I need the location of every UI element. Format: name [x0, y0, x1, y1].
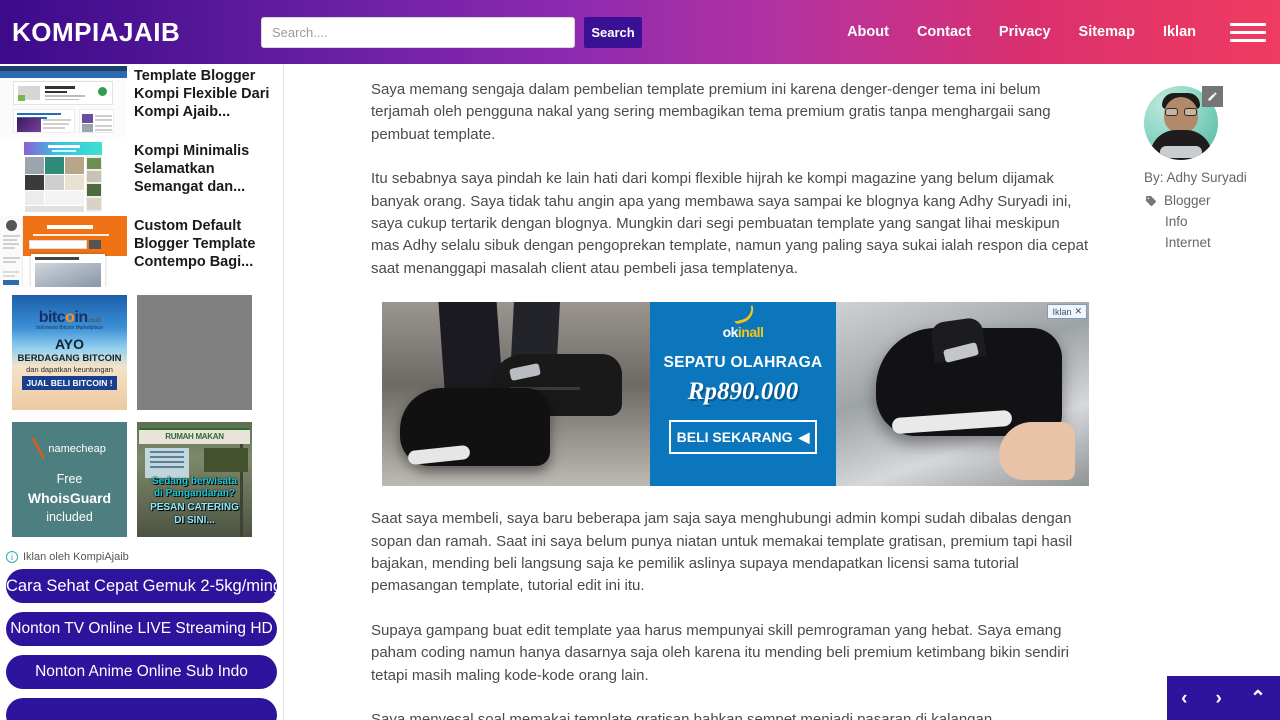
nav-item-privacy[interactable]: Privacy: [999, 24, 1051, 40]
label-internet[interactable]: Internet: [1165, 232, 1211, 253]
left-sidebar: Template Blogger Kompi Flexible Dari Kom…: [0, 64, 284, 720]
ad-placeholder[interactable]: [137, 295, 252, 410]
sponsored-link-4[interactable]: [6, 698, 277, 720]
list-item[interactable]: Kompi Minimalis Selamatkan Semangat dan.…: [0, 139, 283, 214]
label-row[interactable]: Info: [1144, 211, 1280, 232]
sponsored-label: i Iklan oleh KompiAjaib: [0, 551, 283, 569]
catering-ad[interactable]: RUMAH MAKAN Sedang berwisata di Panganda…: [137, 422, 252, 537]
post-labels: Blogger Info Internet: [1144, 190, 1280, 253]
article-paragraph: Saya menyesal soal memakai template grat…: [371, 711, 993, 720]
catering-ad-line2: di Pangandaran?: [153, 488, 236, 499]
article-content: Saya memang sengaja dalam pembelian temp…: [301, 64, 1121, 720]
hamburger-icon[interactable]: [1230, 19, 1266, 45]
floating-nav: ‹ › ⌃: [1167, 676, 1280, 720]
sidebar-scroll-content: Template Blogger Kompi Flexible Dari Kom…: [0, 64, 283, 720]
article-paragraph: Saat saya membeli, saya baru beberapa ja…: [371, 510, 1073, 595]
namecheap-ad-line3: included: [46, 510, 93, 524]
search-button[interactable]: Search: [584, 17, 642, 48]
post-title[interactable]: Template Blogger Kompi Flexible Dari Kom…: [127, 64, 283, 121]
ad-brand-logo: okinall: [722, 324, 764, 341]
scroll-top-icon[interactable]: ⌃: [1250, 689, 1266, 708]
post-title[interactable]: Custom Default Blogger Template Contempo…: [127, 214, 283, 271]
ad-banner-right-image: [836, 302, 1089, 487]
close-icon: ✕: [1074, 306, 1082, 317]
cta-arrow-icon: ◀: [798, 428, 810, 445]
search-input[interactable]: [261, 17, 575, 48]
namecheap-ad-line2: WhoisGuard: [27, 490, 112, 506]
bitcoin-ad-line1: AYO: [54, 336, 85, 352]
author-avatar-wrap: [1144, 86, 1223, 160]
catering-ad-line1: Sedang berwisata: [151, 476, 238, 487]
namecheap-ad[interactable]: ╲ namecheap Free WhoisGuard included: [12, 422, 127, 537]
bitcoin-ad-line2: BERDAGANG BITCOIN: [17, 353, 122, 364]
nav-item-sitemap[interactable]: Sitemap: [1079, 24, 1135, 40]
site-header: KOMPIAJAIB Search About Contact Privacy …: [0, 0, 1280, 64]
namecheap-ad-line1: Free: [56, 472, 83, 486]
ad-cta-button[interactable]: BELI SEKARANG ◀: [669, 420, 817, 455]
right-sidebar: By: Adhy Suryadi Blogger Info Internet: [1121, 64, 1280, 720]
primary-nav: About Contact Privacy Sitemap Iklan: [847, 0, 1266, 64]
info-icon: i: [6, 551, 18, 563]
ad-banner-left-image: [382, 302, 650, 487]
sponsored-link-1[interactable]: Cara Sehat Cepat Gemuk 2-5kg/minggu: [6, 569, 277, 603]
post-thumbnail-1: [0, 66, 127, 137]
author-byline: By: Adhy Suryadi: [1144, 170, 1247, 185]
catering-ad-sign: RUMAH MAKAN: [165, 432, 224, 441]
bitcoin-ad-subtitle: Indonesia Bitcoin Marketplace: [36, 325, 103, 331]
tag-icon: [1146, 195, 1157, 206]
post-thumbnail-3: [0, 216, 127, 287]
post-thumbnail-2: [0, 141, 127, 212]
next-post-icon[interactable]: ›: [1216, 689, 1222, 708]
list-item[interactable]: Template Blogger Kompi Flexible Dari Kom…: [0, 64, 283, 139]
post-title[interactable]: Kompi Minimalis Selamatkan Semangat dan.…: [127, 139, 283, 196]
article-paragraph: Saya memang sengaja dalam pembelian temp…: [371, 81, 1051, 143]
ad-banner-center-panel: okinall SEPATU OLAHRAGA Rp890.000 BELI S…: [650, 302, 836, 487]
article-paragraph: Supaya gampang buat edit template yaa ha…: [371, 621, 1069, 684]
list-item[interactable]: Custom Default Blogger Template Contempo…: [0, 214, 283, 289]
related-posts-list: Template Blogger Kompi Flexible Dari Kom…: [0, 64, 283, 289]
label-row[interactable]: Blogger: [1144, 190, 1280, 211]
search-form: Search: [261, 17, 642, 48]
okinall-swoosh-icon: [731, 305, 757, 326]
ad-price: Rp890.000: [687, 378, 799, 406]
label-row[interactable]: Internet: [1144, 232, 1280, 253]
prev-post-icon[interactable]: ‹: [1181, 689, 1187, 708]
namecheap-logo-icon: ╲: [33, 439, 44, 458]
catering-ad-line3: PESAN CATERING: [150, 502, 239, 513]
ad-close-label: Iklan: [1052, 306, 1072, 317]
nav-item-about[interactable]: About: [847, 24, 889, 40]
ad-cta-label: BELI SEKARANG: [676, 429, 793, 446]
pencil-icon[interactable]: [1202, 86, 1223, 107]
ad-headline: SEPATU OLAHRAGA: [663, 354, 823, 372]
namecheap-ad-brand: namecheap: [48, 442, 106, 455]
catering-ad-line4: DI SINI...: [174, 515, 215, 526]
sponsored-link-3[interactable]: Nonton Anime Online Sub Indo: [6, 655, 277, 689]
label-blogger[interactable]: Blogger: [1164, 190, 1211, 211]
inline-ad-banner[interactable]: okinall SEPATU OLAHRAGA Rp890.000 BELI S…: [382, 302, 1089, 487]
sponsored-label-text: Iklan oleh KompiAjaib: [23, 551, 129, 563]
site-brand[interactable]: KOMPIAJAIB: [12, 17, 180, 48]
article-paragraph: Itu sebabnya saya pindah ke lain hati da…: [371, 170, 1089, 277]
ad-close-button[interactable]: Iklan ✕: [1047, 304, 1087, 320]
label-info[interactable]: Info: [1165, 211, 1188, 232]
bitcoin-ad-cta[interactable]: JUAL BELI BITCOIN !: [22, 376, 117, 390]
sidebar-ads-grid: bitcoin.co.id Indonesia Bitcoin Marketpl…: [0, 289, 283, 549]
nav-item-contact[interactable]: Contact: [917, 24, 971, 40]
bitcoin-ad-line3: dan dapatkan keuntungan: [26, 365, 113, 374]
bitcoin-ad[interactable]: bitcoin.co.id Indonesia Bitcoin Marketpl…: [12, 295, 127, 410]
sponsored-links-section: i Iklan oleh KompiAjaib Cara Sehat Cepat…: [0, 549, 283, 720]
nav-item-iklan[interactable]: Iklan: [1163, 24, 1196, 40]
sponsored-link-2[interactable]: Nonton TV Online LIVE Streaming HD: [6, 612, 277, 646]
